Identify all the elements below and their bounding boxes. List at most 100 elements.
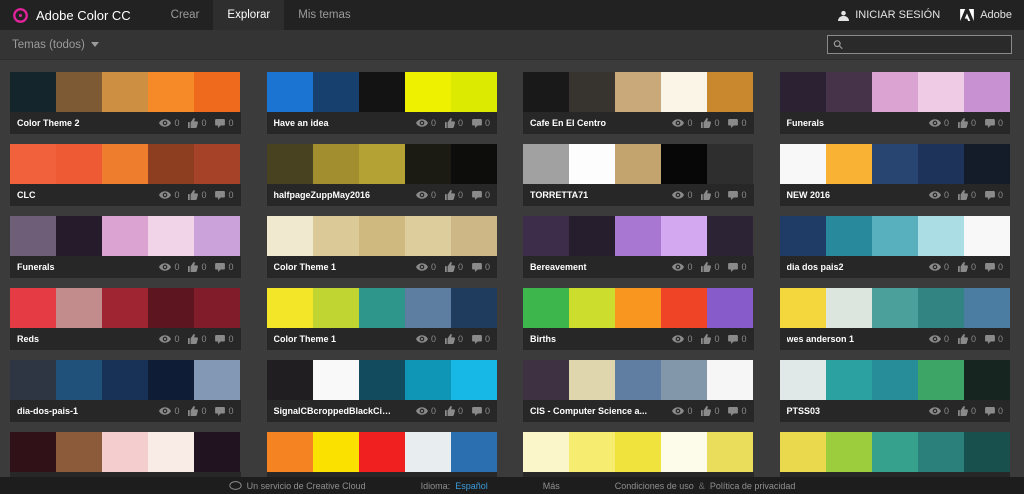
color-swatch[interactable]: [569, 216, 616, 256]
search-input[interactable]: [847, 38, 1006, 51]
color-swatch[interactable]: [615, 144, 662, 184]
nav-crear[interactable]: Crear: [157, 0, 214, 30]
likes-stat[interactable]: 0: [444, 190, 463, 200]
color-swatch[interactable]: [148, 216, 195, 256]
comments-stat[interactable]: 0: [728, 406, 747, 416]
likes-stat[interactable]: 0: [957, 262, 976, 272]
color-swatch[interactable]: [10, 72, 57, 112]
theme-card[interactable]: Funerals 0 0 0: [10, 216, 241, 278]
color-swatch[interactable]: [615, 360, 662, 400]
color-swatch[interactable]: [871, 216, 918, 256]
color-swatch[interactable]: [523, 72, 570, 112]
color-swatch[interactable]: [917, 288, 964, 328]
color-swatch[interactable]: [963, 432, 1010, 472]
color-swatch[interactable]: [404, 216, 451, 256]
nav-explorar[interactable]: Explorar: [213, 0, 285, 30]
more-link[interactable]: Más: [543, 481, 560, 491]
color-swatch[interactable]: [266, 216, 313, 256]
comments-stat[interactable]: 0: [728, 334, 747, 344]
color-swatch[interactable]: [312, 144, 359, 184]
color-swatch[interactable]: [10, 288, 57, 328]
color-swatch[interactable]: [661, 432, 708, 472]
comments-stat[interactable]: 0: [472, 262, 490, 272]
color-swatch[interactable]: [312, 72, 359, 112]
theme-card[interactable]: Have an idea 0 0 0: [266, 72, 497, 134]
theme-card[interactable]: Reds 0 0 0: [10, 288, 241, 350]
color-swatch[interactable]: [266, 360, 313, 400]
color-swatch[interactable]: [825, 144, 872, 184]
color-swatch[interactable]: [661, 144, 708, 184]
color-swatch[interactable]: [779, 432, 826, 472]
likes-stat[interactable]: 0: [188, 118, 206, 128]
color-swatch[interactable]: [963, 72, 1010, 112]
sign-in-button[interactable]: INICIAR SESIÓN: [838, 9, 940, 21]
color-swatch[interactable]: [917, 432, 964, 472]
comments-stat[interactable]: 0: [472, 334, 490, 344]
color-swatch[interactable]: [661, 360, 708, 400]
color-swatch[interactable]: [312, 288, 359, 328]
color-swatch[interactable]: [523, 432, 570, 472]
color-swatch[interactable]: [102, 288, 149, 328]
color-swatch[interactable]: [404, 72, 451, 112]
color-swatch[interactable]: [523, 288, 570, 328]
theme-card[interactable]: halfpageZuppMay2016 0 0 0: [266, 144, 497, 206]
color-swatch[interactable]: [56, 288, 103, 328]
color-swatch[interactable]: [404, 144, 451, 184]
color-swatch[interactable]: [404, 360, 451, 400]
color-swatch[interactable]: [56, 216, 103, 256]
color-swatch[interactable]: [450, 432, 497, 472]
comments-stat[interactable]: 0: [472, 190, 490, 200]
likes-stat[interactable]: 0: [444, 406, 463, 416]
nav-mis-temas[interactable]: Mis temas: [284, 0, 364, 30]
color-swatch[interactable]: [312, 432, 359, 472]
color-swatch[interactable]: [148, 432, 195, 472]
color-swatch[interactable]: [707, 432, 754, 472]
brand[interactable]: Adobe Color CC: [12, 7, 131, 24]
search-box[interactable]: [827, 35, 1012, 54]
color-swatch[interactable]: [963, 216, 1010, 256]
privacy-link[interactable]: Política de privacidad: [710, 481, 796, 491]
color-swatch[interactable]: [450, 288, 497, 328]
color-swatch[interactable]: [569, 72, 616, 112]
likes-stat[interactable]: 0: [188, 262, 206, 272]
theme-card[interactable]: dia dos pais2 0 0 0: [779, 216, 1010, 278]
color-swatch[interactable]: [917, 216, 964, 256]
color-swatch[interactable]: [871, 144, 918, 184]
color-swatch[interactable]: [963, 144, 1010, 184]
theme-card[interactable]: dia-dos-pais-1 0 0 0: [10, 360, 241, 422]
color-swatch[interactable]: [871, 432, 918, 472]
color-swatch[interactable]: [917, 144, 964, 184]
comments-stat[interactable]: 0: [728, 190, 747, 200]
comments-stat[interactable]: 0: [728, 262, 747, 272]
color-swatch[interactable]: [10, 144, 57, 184]
theme-card[interactable]: SignalCBcroppedBlackCir... 0 0 0: [266, 360, 497, 422]
color-swatch[interactable]: [569, 360, 616, 400]
theme-card[interactable]: Cafe En El Centro 0 0 0: [523, 72, 754, 134]
likes-stat[interactable]: 0: [957, 190, 976, 200]
comments-stat[interactable]: 0: [215, 190, 234, 200]
color-swatch[interactable]: [266, 432, 313, 472]
comments-stat[interactable]: 0: [985, 262, 1003, 272]
likes-stat[interactable]: 0: [701, 406, 719, 416]
color-swatch[interactable]: [194, 72, 241, 112]
color-swatch[interactable]: [825, 216, 872, 256]
color-swatch[interactable]: [569, 144, 616, 184]
theme-card[interactable]: Color Theme 1 0 0 0: [266, 288, 497, 350]
color-swatch[interactable]: [615, 72, 662, 112]
color-swatch[interactable]: [779, 288, 826, 328]
color-swatch[interactable]: [194, 360, 241, 400]
comments-stat[interactable]: 0: [985, 334, 1003, 344]
color-swatch[interactable]: [707, 216, 754, 256]
color-swatch[interactable]: [707, 360, 754, 400]
color-swatch[interactable]: [56, 432, 103, 472]
theme-card[interactable]: PTSS03 0 0 0: [779, 360, 1010, 422]
likes-stat[interactable]: 0: [444, 334, 463, 344]
color-swatch[interactable]: [779, 360, 826, 400]
color-swatch[interactable]: [825, 432, 872, 472]
color-swatch[interactable]: [404, 432, 451, 472]
color-swatch[interactable]: [56, 360, 103, 400]
themes-filter-dropdown[interactable]: Temas (todos): [12, 39, 99, 51]
comments-stat[interactable]: 0: [728, 118, 747, 128]
color-swatch[interactable]: [450, 144, 497, 184]
theme-card[interactable]: Color Theme 2 0 0 0: [10, 72, 241, 134]
